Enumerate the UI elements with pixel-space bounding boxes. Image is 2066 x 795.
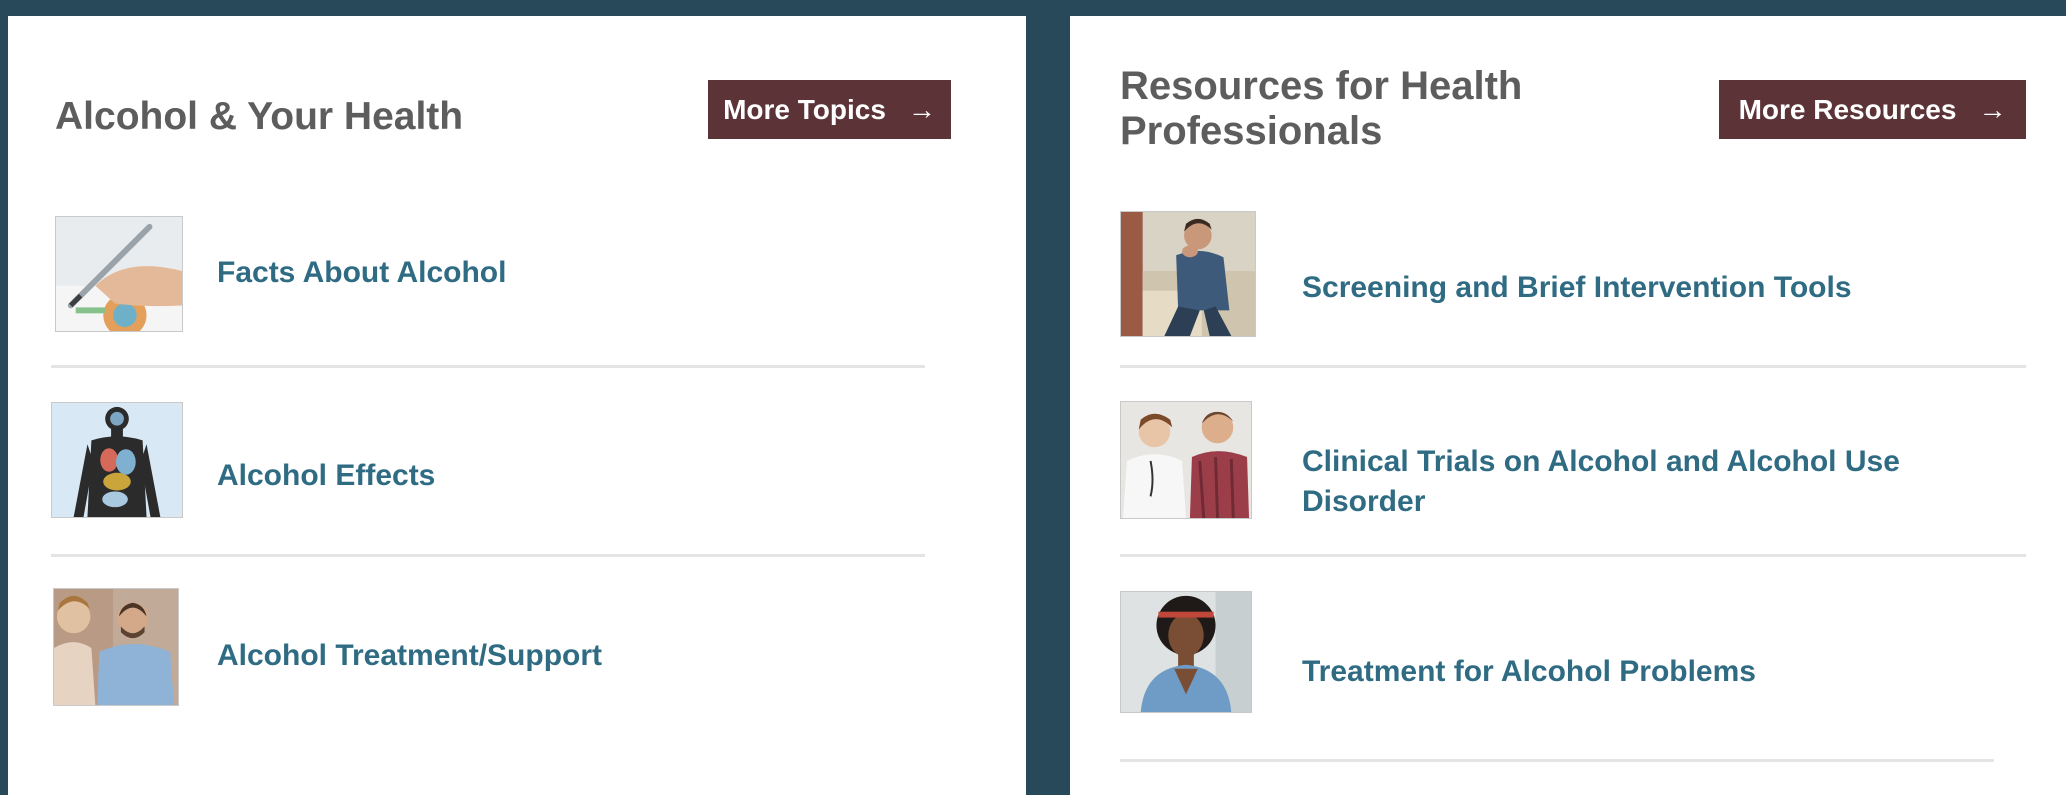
alcohol-treatment-support-link[interactable]: Alcohol Treatment/Support (217, 636, 602, 676)
more-topics-button[interactable]: More Topics → (708, 80, 951, 139)
panel-title: Alcohol & Your Health (55, 95, 464, 138)
divider (1120, 554, 2026, 557)
treatment-alcohol-problems-link[interactable]: Treatment for Alcohol Problems (1302, 652, 1756, 692)
arrow-right-icon: → (907, 93, 936, 125)
divider (1120, 365, 2026, 368)
button-label: More Resources (1738, 93, 1957, 125)
man-seated-thumbnail[interactable] (1120, 211, 1256, 337)
arrow-right-icon: → (1978, 93, 2007, 125)
alcohol-effects-link[interactable]: Alcohol Effects (217, 456, 435, 496)
doctor-patient-thumbnail[interactable] (1120, 401, 1252, 519)
alcohol-health-panel: Alcohol & Your Health More Topics → Fact… (8, 16, 1026, 795)
health-professionals-panel: Resources for Health Professionals More … (1070, 16, 2066, 795)
button-label: More Topics (723, 93, 886, 125)
more-resources-button[interactable]: More Resources → (1719, 80, 2026, 139)
woman-portrait-thumbnail[interactable] (1120, 591, 1252, 713)
panel-title: Resources for Health Professionals (1120, 64, 1523, 153)
divider (51, 365, 925, 368)
facts-about-alcohol-link[interactable]: Facts About Alcohol (217, 253, 506, 293)
people-talking-thumbnail[interactable] (53, 588, 179, 706)
screening-brief-intervention-tools-link[interactable]: Screening and Brief Intervention Tools (1302, 268, 1852, 308)
body-organs-thumbnail[interactable] (51, 402, 183, 518)
divider (1120, 759, 1994, 762)
divider (51, 554, 925, 557)
clinical-trials-link[interactable]: Clinical Trials on Alcohol and Alcohol U… (1302, 442, 1982, 522)
hand-writing-chart-thumbnail[interactable] (55, 216, 183, 332)
